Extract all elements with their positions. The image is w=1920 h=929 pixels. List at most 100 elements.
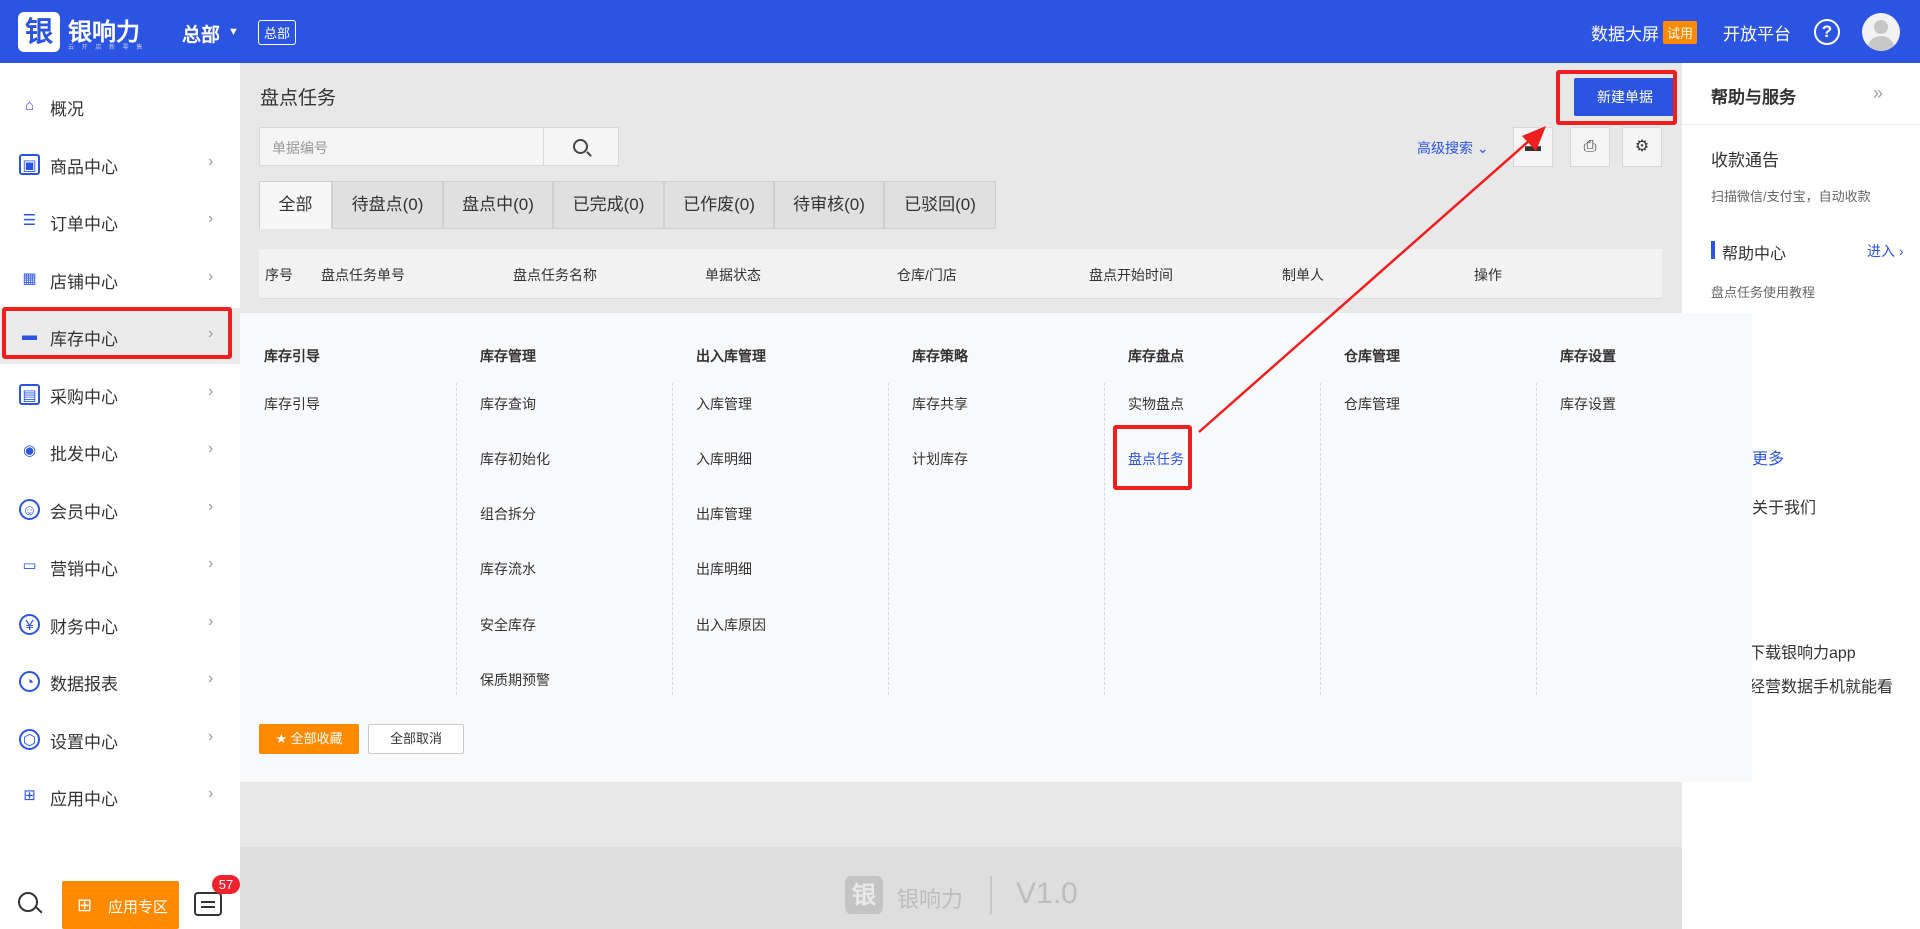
menu-link[interactable]: 入库明细	[696, 449, 752, 469]
footer-divider	[990, 876, 992, 914]
sidebar-item-label: 设置中心	[50, 732, 118, 752]
caret-down-icon[interactable]: ▼	[228, 26, 239, 38]
advanced-search-link[interactable]: 高级搜索 ⌄	[1417, 138, 1489, 158]
sidebar-item-store[interactable]: ▦ 店铺中心 ›	[0, 251, 240, 307]
sidebar-item-label: 店铺中心	[50, 272, 118, 292]
tab-pending[interactable]: 待盘点(0)	[332, 181, 443, 229]
menu-link[interactable]: 出库管理	[696, 504, 752, 524]
col-start-time: 盘点开始时间	[1089, 267, 1173, 283]
menu-link[interactable]: 库存设置	[1560, 394, 1616, 414]
sidebar-item-wholesale[interactable]: ◉ 批发中心 ›	[0, 423, 240, 479]
search-button[interactable]	[543, 127, 619, 166]
sidebar-item-label: 批发中心	[50, 445, 118, 464]
menu-link[interactable]: 库存流水	[480, 559, 536, 579]
chevron-right-icon: ›	[208, 785, 214, 802]
sidebar-item-ticket[interactable]: ▭ 营销中心 ›	[0, 538, 240, 594]
tab-voided[interactable]: 已作废(0)	[664, 181, 774, 229]
sidebar-item-apps[interactable]: ⊞ 应用中心 ›	[0, 768, 240, 824]
contact-link[interactable]: 关于我们	[1752, 494, 1816, 518]
message-badge: 57	[212, 875, 240, 894]
footer-version: V1.0	[1016, 877, 1078, 910]
menu-link[interactable]: 入库管理	[696, 394, 752, 414]
gear-icon[interactable]: ⚙	[1622, 127, 1662, 167]
sidebar-item-label: 采购中心	[50, 387, 118, 407]
sidebar-item-yen[interactable]: ¥ 财务中心 ›	[0, 596, 240, 652]
sidebar-item-label: 订单中心	[50, 215, 118, 234]
collapse-button[interactable]: ▬	[1513, 127, 1553, 167]
tab-in-progress[interactable]: 盘点中(0)	[443, 181, 553, 229]
annotation-highlight-new-button	[1556, 70, 1677, 125]
menu-link[interactable]: 出库明细	[696, 559, 752, 579]
help-panel-title: 帮助与服务	[1711, 88, 1796, 107]
sidebar-item-label: 应用中心	[50, 790, 118, 809]
document-number-input[interactable]: 单据编号	[259, 127, 544, 166]
open-platform-link[interactable]: 开放平台	[1723, 20, 1791, 45]
menu-link[interactable]: 安全库存	[480, 615, 536, 635]
org-switcher[interactable]: 总部	[182, 20, 220, 47]
favorite-all-button[interactable]: ★ 全部收藏	[259, 724, 359, 754]
brand-logo[interactable]: 银	[18, 12, 60, 52]
star-icon: ★	[275, 731, 287, 746]
app-download-title[interactable]: 下载银响力app	[1749, 639, 1856, 663]
more-link[interactable]: 更多	[1752, 445, 1784, 469]
chevron-right-icon: ›	[208, 440, 214, 457]
tab-rejected[interactable]: 已驳回(0)	[884, 181, 996, 229]
notice-title[interactable]: 收款通告	[1711, 146, 1779, 171]
tab-all[interactable]: 全部	[259, 181, 332, 229]
sidebar-item-settings[interactable]: ⬡ 设置中心 ›	[0, 711, 240, 767]
app-zone-label: 应用专区	[108, 899, 169, 916]
wholesale-icon: ◉	[22, 442, 37, 459]
tab-awaiting-review[interactable]: 待审核(0)	[774, 181, 884, 229]
col-task-number: 盘点任务单号	[321, 267, 405, 283]
chevron-right-icon: ›	[208, 612, 214, 630]
sidebar-item-member[interactable]: ☺ 会员中心 ›	[0, 481, 240, 537]
sidebar-item-purchase[interactable]: ▤ 采购中心 ›	[0, 366, 240, 422]
menu-group-title: 出入库管理	[696, 348, 766, 364]
chevron-right-icon: ›	[208, 210, 214, 227]
app-zone-button[interactable]: ⊞ 应用专区	[62, 881, 179, 929]
sidebar-item-home[interactable]: ⌂ 概况	[0, 78, 240, 134]
home-icon: ⌂	[24, 97, 35, 114]
table-header: 序号 盘点任务单号 盘点任务名称 单据状态 仓库/门店 盘点开始时间 制单人 操…	[259, 249, 1662, 299]
search-icon	[573, 139, 588, 154]
chevron-right-icon: ›	[208, 382, 214, 400]
message-icon[interactable]	[194, 892, 222, 916]
column-divider	[1536, 383, 1537, 695]
tutorial-link[interactable]: 盘点任务使用教程	[1711, 282, 1815, 301]
cancel-all-button[interactable]: 全部取消	[368, 724, 464, 754]
avatar[interactable]	[1862, 13, 1900, 51]
menu-link[interactable]: 出入库原因	[696, 615, 766, 635]
yen-icon: ¥	[19, 613, 40, 635]
menu-link[interactable]: 保质期预警	[480, 670, 550, 690]
brand-slogan: 云 开 店 新 零 售	[68, 45, 146, 51]
print-icon[interactable]: ⎙	[1570, 127, 1610, 167]
menu-link[interactable]: 库存初始化	[480, 449, 550, 469]
menu-link[interactable]: 计划库存	[912, 449, 968, 469]
sidebar-item-pie-chart[interactable]: ◔ 数据报表 ›	[0, 653, 240, 709]
menu-group-title: 库存盘点	[1128, 348, 1184, 364]
menu-link[interactable]: 库存共享	[912, 394, 968, 414]
data-screen-link[interactable]: 数据大屏	[1591, 20, 1659, 45]
sidebar-item-bag[interactable]: ▣ 商品中心 ›	[0, 136, 240, 192]
chevron-right-icon: ›	[208, 152, 214, 170]
footer-brand: 银响力	[897, 887, 964, 912]
col-actions: 操作	[1474, 267, 1502, 283]
sidebar-item-label: 商品中心	[50, 157, 118, 177]
menu-link[interactable]: 库存引导	[264, 394, 320, 414]
member-icon: ☺	[19, 498, 40, 520]
help-icon[interactable]: ?	[1814, 19, 1840, 45]
help-center-enter-link[interactable]: 进入 ›	[1867, 241, 1904, 261]
notice-text: 扫描微信/支付宝，自动收款	[1711, 189, 1871, 204]
sidebar-item-clipboard[interactable]: ☰ 订单中心 ›	[0, 193, 240, 249]
tab-completed[interactable]: 已完成(0)	[553, 181, 664, 229]
menu-link[interactable]: 组合拆分	[480, 504, 536, 524]
menu-link[interactable]: 仓库管理	[1344, 394, 1400, 414]
divider	[1682, 124, 1920, 125]
search-icon[interactable]	[18, 892, 38, 912]
apps-icon: ⊞	[23, 787, 36, 804]
col-index: 序号	[265, 267, 293, 283]
double-chevron-right-icon[interactable]: »	[1873, 83, 1883, 104]
sidebar-item-label: 会员中心	[50, 502, 118, 522]
menu-link[interactable]: 库存查询	[480, 394, 536, 414]
menu-link[interactable]: 实物盘点	[1128, 394, 1184, 414]
